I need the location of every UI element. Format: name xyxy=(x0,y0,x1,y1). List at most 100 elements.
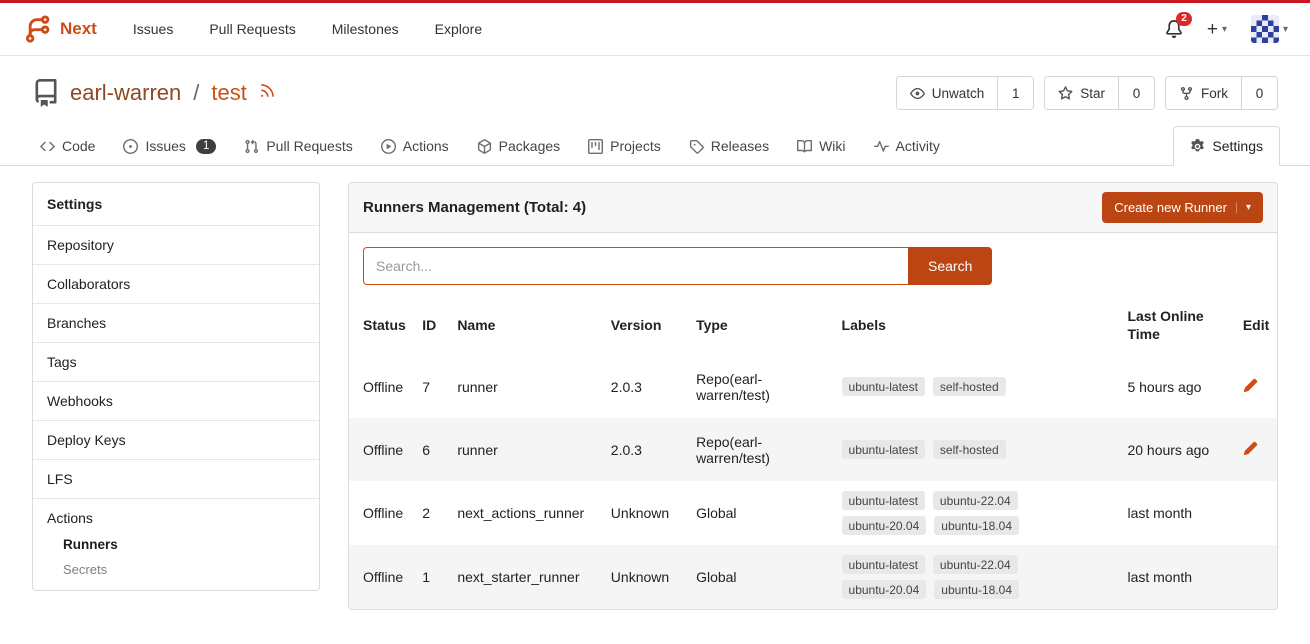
navbar-link-issues[interactable]: Issues xyxy=(115,11,191,47)
fork-icon xyxy=(1179,86,1194,101)
col-name-header: Name xyxy=(451,293,604,355)
sidebar-item-repository[interactable]: Repository xyxy=(33,225,319,264)
play-icon xyxy=(381,139,396,154)
tab-label: Settings xyxy=(1212,138,1263,154)
issue-icon xyxy=(123,139,138,154)
tab-activity[interactable]: Activity xyxy=(864,127,950,165)
sidebar-item-actions[interactable]: Actions xyxy=(33,499,319,532)
sidebar-item-collaborators[interactable]: Collaborators xyxy=(33,264,319,303)
repo-tab-bar: Code Issues 1 Pull Requests Actions Pack… xyxy=(0,126,1310,166)
sidebar-group-actions: Actions Runners Secrets xyxy=(33,498,319,590)
sidebar-subitem-runners[interactable]: Runners xyxy=(33,532,319,557)
unwatch-button[interactable]: Unwatch xyxy=(897,77,998,109)
edit-runner-button[interactable] xyxy=(1243,378,1258,393)
runner-edit-cell xyxy=(1237,418,1277,481)
sidebar-item-branches[interactable]: Branches xyxy=(33,303,319,342)
runner-search-form: Search xyxy=(363,247,1263,285)
watch-button-group: Unwatch 1 xyxy=(896,76,1035,110)
plus-icon: + xyxy=(1207,20,1218,39)
runner-row: Offline1next_starter_runnerUnknownGlobal… xyxy=(349,545,1277,609)
navbar-right: 2 + ▾ ▾ xyxy=(1165,15,1288,43)
tab-label: Activity xyxy=(896,138,940,154)
tab-label: Releases xyxy=(711,138,769,154)
runner-row: Offline6runner2.0.3Repo(earl-warren/test… xyxy=(349,418,1277,481)
runner-status: Offline xyxy=(349,545,416,609)
fork-button[interactable]: Fork xyxy=(1166,77,1241,109)
repo-header: earl-warren / test Unwatch 1 Star 0 xyxy=(0,56,1310,120)
tab-issues[interactable]: Issues 1 xyxy=(113,127,226,165)
runner-label-chip: self-hosted xyxy=(933,440,1006,459)
sidebar-title: Settings xyxy=(33,183,319,225)
tab-wiki[interactable]: Wiki xyxy=(787,127,855,165)
runner-status: Offline xyxy=(349,418,416,481)
sidebar-subitem-secrets[interactable]: Secrets xyxy=(33,557,319,582)
runner-label-chip: ubuntu-18.04 xyxy=(934,516,1019,535)
col-id-header: ID xyxy=(416,293,451,355)
runner-label-chip: ubuntu-latest xyxy=(842,440,925,459)
repo-owner-link[interactable]: earl-warren xyxy=(70,80,181,106)
runner-label-chip: ubuntu-20.04 xyxy=(842,516,927,535)
forgejo-logo-icon xyxy=(22,14,52,44)
runner-edit-cell xyxy=(1237,355,1277,418)
col-labels-header: Labels xyxy=(836,293,1122,355)
star-count[interactable]: 0 xyxy=(1118,77,1154,109)
create-runner-button[interactable]: Create new Runner ▾ xyxy=(1102,192,1263,223)
navbar-link-explore[interactable]: Explore xyxy=(417,11,500,47)
runner-edit-cell xyxy=(1237,481,1277,545)
fork-count[interactable]: 0 xyxy=(1241,77,1277,109)
eye-icon xyxy=(910,86,925,101)
tab-actions[interactable]: Actions xyxy=(371,127,459,165)
tab-label: Pull Requests xyxy=(266,138,352,154)
runner-version: Unknown xyxy=(605,545,690,609)
runner-version: 2.0.3 xyxy=(605,355,690,418)
sidebar-item-lfs[interactable]: LFS xyxy=(33,459,319,498)
sidebar-item-tags[interactable]: Tags xyxy=(33,342,319,381)
tag-icon xyxy=(689,139,704,154)
search-button[interactable]: Search xyxy=(908,247,992,285)
col-last-online-header: Last Online Time xyxy=(1121,293,1236,355)
runner-label-chip: self-hosted xyxy=(933,377,1006,396)
watch-count[interactable]: 1 xyxy=(997,77,1033,109)
runner-last-online: 20 hours ago xyxy=(1121,418,1236,481)
sidebar-item-deploy-keys[interactable]: Deploy Keys xyxy=(33,420,319,459)
home-logo-link[interactable]: Next xyxy=(22,14,97,44)
create-new-dropdown[interactable]: + ▾ xyxy=(1207,20,1227,39)
book-icon xyxy=(797,139,812,154)
col-edit-header: Edit xyxy=(1237,293,1277,355)
tab-label: Wiki xyxy=(819,138,845,154)
runner-label-chip: ubuntu-latest xyxy=(842,555,925,574)
navbar-links: Issues Pull Requests Milestones Explore xyxy=(115,11,500,47)
runners-panel: Runners Management (Total: 4) Create new… xyxy=(348,182,1278,610)
runners-panel-header: Runners Management (Total: 4) Create new… xyxy=(349,183,1277,233)
runners-table: Status ID Name Version Type Labels Last … xyxy=(349,293,1277,609)
repo-name-link[interactable]: test xyxy=(211,80,246,106)
star-button-group: Star 0 xyxy=(1044,76,1155,110)
pencil-icon xyxy=(1243,378,1258,393)
runner-name: next_starter_runner xyxy=(451,545,604,609)
star-button[interactable]: Star xyxy=(1045,77,1118,109)
navbar-link-pull-requests[interactable]: Pull Requests xyxy=(191,11,313,47)
runner-edit-cell xyxy=(1237,545,1277,609)
tab-projects[interactable]: Projects xyxy=(578,127,671,165)
rss-feed-icon[interactable] xyxy=(259,82,276,99)
navbar-link-milestones[interactable]: Milestones xyxy=(314,11,417,47)
caret-down-icon: ▾ xyxy=(1222,24,1227,35)
create-runner-label: Create new Runner xyxy=(1114,200,1227,215)
pencil-icon xyxy=(1243,441,1258,456)
main-content: Settings Repository Collaborators Branch… xyxy=(0,166,1310,610)
user-menu[interactable]: ▾ xyxy=(1251,15,1288,43)
runner-label-chip: ubuntu-latest xyxy=(842,491,925,510)
tab-settings[interactable]: Settings xyxy=(1173,126,1280,166)
tab-pull-requests[interactable]: Pull Requests xyxy=(234,127,362,165)
fork-label: Fork xyxy=(1201,86,1228,101)
tab-releases[interactable]: Releases xyxy=(679,127,779,165)
fork-button-group: Fork 0 xyxy=(1165,76,1278,110)
sidebar-item-webhooks[interactable]: Webhooks xyxy=(33,381,319,420)
notifications-button[interactable]: 2 xyxy=(1165,20,1183,38)
settings-sidebar: Settings Repository Collaborators Branch… xyxy=(32,182,320,591)
search-input[interactable] xyxy=(363,247,908,285)
project-icon xyxy=(588,139,603,154)
edit-runner-button[interactable] xyxy=(1243,441,1258,456)
tab-code[interactable]: Code xyxy=(30,127,105,165)
tab-packages[interactable]: Packages xyxy=(467,127,570,165)
